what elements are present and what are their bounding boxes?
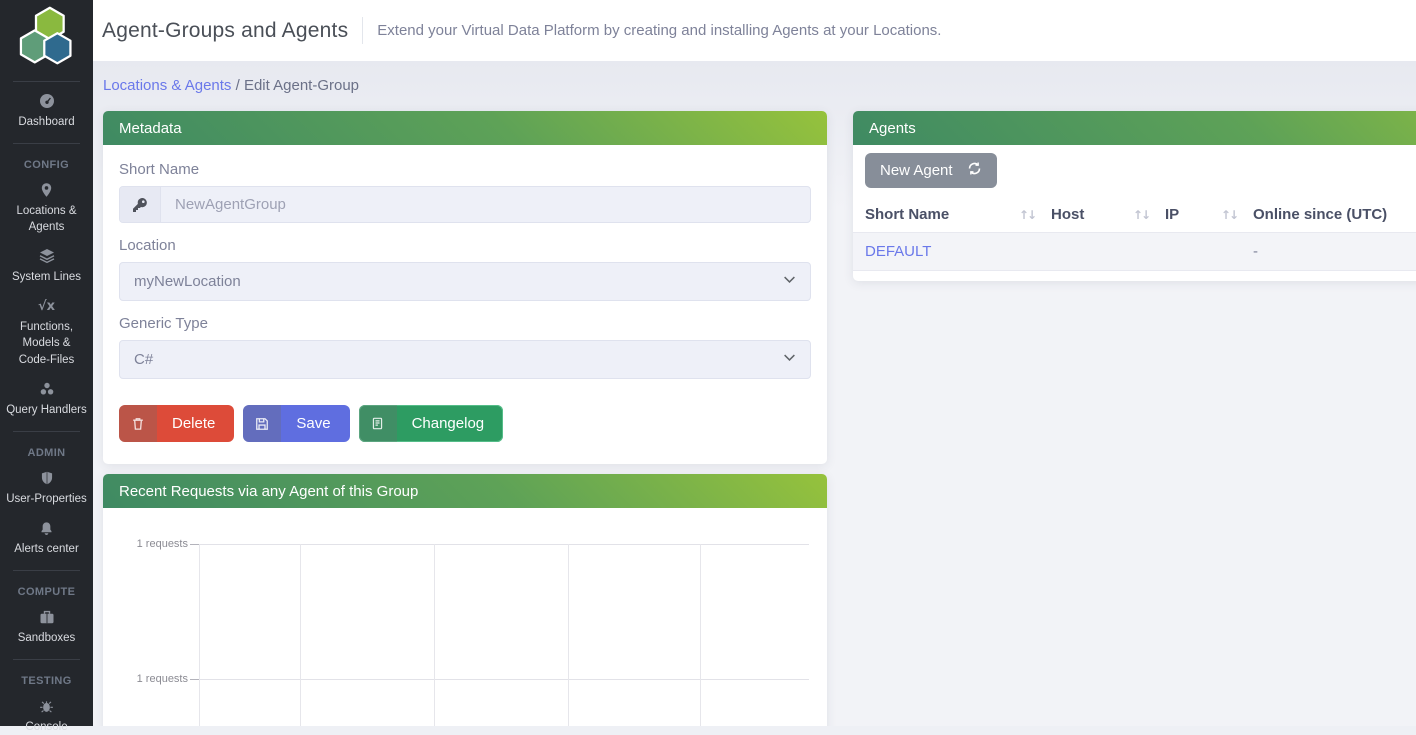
agent-link-default[interactable]: DEFAULT (865, 243, 931, 260)
sort-icon[interactable]: ↑↓ (1133, 208, 1149, 222)
sidebar-item-query-handlers[interactable]: Query Handlers (0, 381, 93, 418)
gridline-vertical (300, 544, 301, 726)
sidebar-divider (13, 143, 80, 144)
location-label: Location (119, 237, 811, 254)
sidebar-item-label: Functions, Models & Code-Files (19, 321, 75, 365)
column-header-ip[interactable]: IP ↑↓ (1165, 197, 1253, 233)
breadcrumb-separator: / (236, 77, 240, 94)
gridline-vertical (700, 544, 701, 726)
sidebar-item-label: Console (25, 721, 67, 733)
page-title: Agent-Groups and Agents (102, 19, 348, 43)
y-tick-label: 1 requests (103, 537, 188, 551)
bug-icon (6, 698, 87, 715)
gridline-vertical (434, 544, 435, 726)
sidebar-item-user-properties[interactable]: User-Properties (0, 470, 93, 507)
generic-type-select-value: C# (134, 351, 153, 368)
column-header-host[interactable]: Host ↑↓ (1051, 197, 1165, 233)
sidebar-item-locations-agents[interactable]: Locations & Agents (0, 182, 93, 235)
sidebar-item-label: User-Properties (6, 493, 87, 505)
delete-button[interactable]: Delete (119, 405, 234, 442)
sidebar: Dashboard CONFIG Locations & Agents Syst… (0, 0, 93, 726)
sidebar-item-sandboxes[interactable]: Sandboxes (0, 609, 93, 646)
gridline-horizontal (199, 679, 809, 680)
agent-table-row: DEFAULT - (853, 233, 1416, 271)
changelog-button[interactable]: Changelog (359, 405, 504, 442)
bell-icon (6, 520, 87, 537)
location-select-value: myNewLocation (134, 273, 241, 290)
sqrt-icon: √x (6, 298, 87, 315)
app-logo[interactable] (0, 0, 93, 81)
sidebar-item-label: Locations & Agents (16, 205, 76, 233)
location-select[interactable]: myNewLocation (119, 262, 811, 301)
recent-requests-panel: Recent Requests via any Agent of this Gr… (103, 474, 827, 726)
cluster-icon (6, 381, 87, 398)
short-name-input[interactable] (161, 187, 810, 222)
dashboard-icon (6, 93, 87, 110)
sidebar-section-compute: COMPUTE (0, 586, 93, 598)
sidebar-divider (13, 570, 80, 571)
gridline-horizontal (199, 544, 809, 545)
trash-icon (119, 405, 157, 442)
sort-icon[interactable]: ↑↓ (1221, 208, 1237, 222)
shield-icon (6, 470, 87, 487)
gridline-vertical (568, 544, 569, 726)
breadcrumb-link-locations-agents[interactable]: Locations & Agents (103, 77, 231, 94)
column-header-short-name[interactable]: Short Name ↑↓ (853, 197, 1051, 233)
sidebar-divider (13, 81, 80, 82)
sidebar-item-alerts-center[interactable]: Alerts center (0, 520, 93, 557)
requests-chart: 1 requests 1 requests (103, 508, 827, 726)
sidebar-item-system-lines[interactable]: System Lines (0, 248, 93, 285)
sidebar-item-dashboard[interactable]: Dashboard (0, 93, 93, 130)
sidebar-item-console[interactable]: Console (0, 698, 93, 735)
sidebar-item-label: Query Handlers (6, 404, 87, 416)
agent-ip-cell (1165, 233, 1253, 271)
generic-type-select[interactable]: C# (119, 340, 811, 379)
short-name-label: Short Name (119, 161, 811, 178)
agents-panel-header: Agents (853, 111, 1416, 145)
agents-panel: Agents New Agent (853, 111, 1416, 281)
y-tick-mark (190, 679, 199, 680)
hexagon-logo-icon (15, 5, 79, 67)
metadata-panel: Metadata Short Name Location myNewLocati… (103, 111, 827, 464)
sidebar-section-testing: TESTING (0, 675, 93, 687)
new-agent-button[interactable]: New Agent (865, 153, 997, 188)
page-subtitle: Extend your Virtual Data Platform by cre… (377, 22, 941, 39)
breadcrumb: Locations & Agents / Edit Agent-Group (103, 77, 1416, 98)
chevron-down-icon (783, 273, 796, 290)
refresh-icon (967, 161, 982, 180)
agent-host-cell (1051, 233, 1165, 271)
agents-table: Short Name ↑↓ Host ↑↓ IP ↑↓ (853, 197, 1416, 271)
chevron-down-icon (783, 351, 796, 368)
generic-type-label: Generic Type (119, 315, 811, 332)
main-content: Locations & Agents / Edit Agent-Group Me… (93, 61, 1416, 726)
sidebar-section-config: CONFIG (0, 159, 93, 171)
key-icon (120, 187, 161, 222)
metadata-panel-header: Metadata (103, 111, 827, 145)
changelog-book-icon (359, 405, 397, 442)
breadcrumb-current: Edit Agent-Group (244, 77, 359, 94)
sidebar-item-label: Sandboxes (18, 632, 76, 644)
sidebar-divider (13, 431, 80, 432)
sidebar-item-functions-models-codefiles[interactable]: √x Functions, Models & Code-Files (0, 298, 93, 367)
agent-online-since-cell: - (1253, 233, 1416, 271)
location-pin-icon (6, 182, 87, 199)
layers-icon (6, 248, 87, 265)
box-icon (6, 609, 87, 626)
short-name-input-group (119, 186, 811, 223)
topbar: Agent-Groups and Agents Extend your Virt… (93, 0, 1416, 61)
y-tick-mark (190, 544, 199, 545)
sidebar-section-admin: ADMIN (0, 447, 93, 459)
sidebar-item-label: System Lines (12, 271, 81, 283)
sort-icon[interactable]: ↑↓ (1019, 208, 1035, 222)
sidebar-item-label: Alerts center (14, 543, 79, 555)
y-tick-label: 1 requests (103, 672, 188, 686)
recent-requests-panel-header: Recent Requests via any Agent of this Gr… (103, 474, 827, 508)
sidebar-divider (13, 659, 80, 660)
sidebar-item-label: Dashboard (18, 116, 74, 128)
title-divider (362, 17, 363, 44)
column-header-online-since[interactable]: Online since (UTC) (1253, 197, 1416, 233)
gridline-vertical (199, 544, 200, 726)
save-floppy-icon (243, 405, 281, 442)
save-button[interactable]: Save (243, 405, 349, 442)
